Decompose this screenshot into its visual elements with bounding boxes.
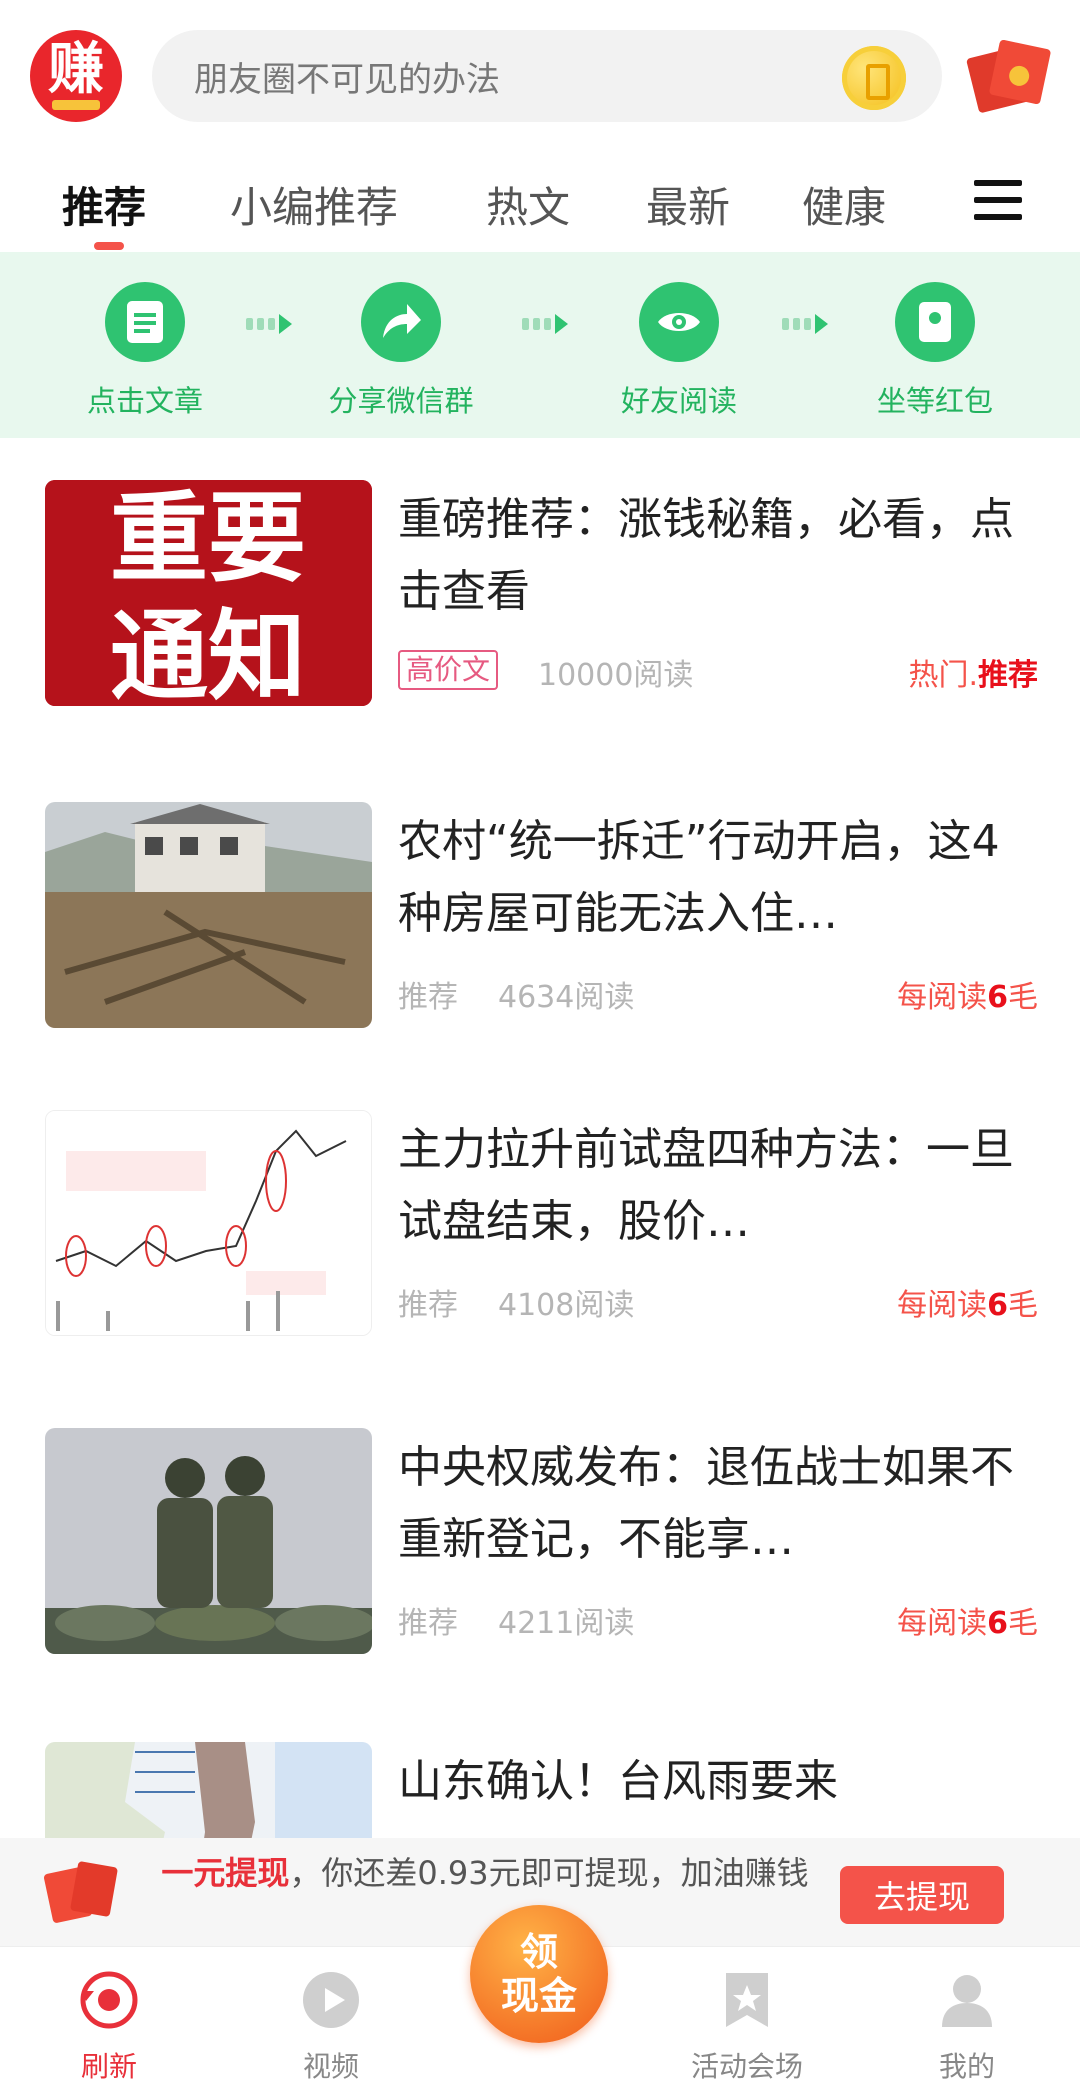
- article-thumbnail: [45, 1110, 372, 1336]
- refresh-icon: [78, 1969, 140, 2031]
- earn-steps-banner: 点击文章 分享微信群 好友阅读 坐等红包: [0, 252, 1080, 438]
- nav-label: 活动会场: [690, 2050, 803, 2083]
- nav-label: 视频: [302, 2050, 359, 2083]
- article-thumbnail: [45, 802, 372, 1028]
- category-tag: 推荐: [398, 980, 458, 1015]
- read-count: 4634阅读: [498, 980, 635, 1015]
- thumb-text-top: 重要: [110, 482, 306, 596]
- nav-mine[interactable]: 我的: [892, 1969, 1042, 2085]
- active-tab-indicator: [94, 242, 124, 250]
- claim-cash-line2: 现金: [500, 1974, 577, 2018]
- thumb-text-bottom: 通知: [110, 600, 306, 706]
- red-packet-icon: [895, 282, 975, 362]
- header: 赚 朋友圈不可见的办法: [0, 0, 1080, 150]
- article-title[interactable]: 重磅推荐：涨钱秘籍，必看，点击查看: [398, 484, 1038, 628]
- list-item[interactable]: 主力拉升前试盘四种方法：一旦试盘结束，股价… 推荐 4108阅读 每阅读6毛: [0, 1110, 1080, 1350]
- red-packet-icon: [43, 1860, 119, 1924]
- article-meta: 推荐 4211阅读 每阅读6毛: [398, 1598, 1038, 1641]
- claim-cash-button[interactable]: 领 现金: [470, 1905, 608, 2043]
- bookmark-star-icon: [716, 1969, 778, 2031]
- list-item[interactable]: 中央权威发布：退伍战士如果不重新登记，不能享… 推荐 4211阅读 每阅读6毛: [0, 1428, 1080, 1668]
- user-icon: [936, 1969, 998, 2031]
- document-icon: [105, 282, 185, 362]
- nav-activity[interactable]: 活动会场: [672, 1969, 822, 2085]
- list-item[interactable]: 山东确认！台风雨要来: [0, 1742, 1080, 1838]
- category-tag: 推荐: [398, 1606, 458, 1641]
- high-value-tag: 高价文: [398, 650, 499, 690]
- nav-label: 刷新: [80, 2050, 137, 2083]
- article-thumbnail: [45, 1428, 372, 1654]
- step-label: 坐等红包: [876, 384, 993, 418]
- menu-icon[interactable]: [974, 180, 1022, 224]
- arrow-icon: [780, 314, 830, 334]
- tab-latest[interactable]: 最新: [646, 174, 730, 235]
- bottom-navigation: 刷新 视频 领 现金 活动会场 我的: [0, 1905, 1080, 2092]
- reward-label: 每阅读6毛: [897, 1288, 1038, 1323]
- list-item[interactable]: 农村“统一拆迁”行动开启，这4种房屋可能无法入住… 推荐 4634阅读 每阅读6…: [0, 802, 1080, 1042]
- article-title[interactable]: 主力拉升前试盘四种方法：一旦试盘结束，股价…: [398, 1114, 1038, 1258]
- article-title[interactable]: 山东确认！台风雨要来: [398, 1746, 1038, 1818]
- read-count: 10000阅读: [538, 658, 694, 693]
- coin-icon[interactable]: [842, 46, 906, 110]
- logo-text: 赚: [48, 37, 104, 102]
- step-click-article: 点击文章: [50, 282, 240, 420]
- tab-editor-picks[interactable]: 小编推荐: [230, 174, 398, 235]
- article-meta: 推荐 4634阅读 每阅读6毛: [398, 972, 1038, 1015]
- step-label: 点击文章: [86, 384, 203, 418]
- red-envelope-icon[interactable]: [965, 39, 1052, 114]
- article-thumbnail: 重要 通知: [45, 480, 372, 706]
- category-tabs: 推荐 小编推荐 热文 最新 健康: [0, 160, 1080, 252]
- article-meta: 推荐 4108阅读 每阅读6毛: [398, 1280, 1038, 1323]
- step-share-wechat: 分享微信群: [306, 282, 496, 420]
- read-count: 4108阅读: [498, 1288, 635, 1323]
- withdraw-button[interactable]: 去提现: [840, 1866, 1004, 1924]
- article-title[interactable]: 中央权威发布：退伍战士如果不重新登记，不能享…: [398, 1432, 1038, 1576]
- claim-cash-line1: 领: [519, 1930, 558, 1974]
- share-icon: [361, 282, 441, 362]
- tab-hot[interactable]: 热文: [486, 174, 570, 235]
- nav-label: 我的: [938, 2050, 995, 2083]
- step-label: 好友阅读: [620, 384, 737, 418]
- step-wait-envelope: 坐等红包: [840, 282, 1030, 420]
- reward-label: 每阅读6毛: [897, 1606, 1038, 1641]
- tab-health[interactable]: 健康: [802, 174, 886, 235]
- arrow-icon: [244, 314, 294, 334]
- app-logo[interactable]: 赚: [30, 30, 122, 122]
- arrow-icon: [520, 314, 570, 334]
- eye-icon: [639, 282, 719, 362]
- search-placeholder: 朋友圈不可见的办法: [194, 59, 500, 100]
- read-count: 4211阅读: [498, 1606, 635, 1641]
- category-tag: 推荐: [398, 1288, 458, 1323]
- withdraw-message: 一元提现，你还差0.93元即可提现，加油赚钱: [161, 1854, 809, 1892]
- reward-label: 热门.推荐: [908, 658, 1038, 693]
- article-title[interactable]: 农村“统一拆迁”行动开启，这4种房屋可能无法入住…: [398, 806, 1038, 950]
- reward-label: 每阅读6毛: [897, 980, 1038, 1015]
- nav-refresh[interactable]: 刷新: [34, 1969, 184, 2085]
- article-meta: 高价文 10000阅读 热门.推荐: [398, 650, 1038, 693]
- article-thumbnail: [45, 1742, 372, 1838]
- search-input[interactable]: 朋友圈不可见的办法: [152, 30, 942, 122]
- play-icon: [300, 1969, 362, 2031]
- step-label: 分享微信群: [328, 384, 474, 418]
- list-item[interactable]: 重要 通知 重磅推荐：涨钱秘籍，必看，点击查看 高价文 10000阅读 热门.推…: [0, 480, 1080, 720]
- step-friend-read: 好友阅读: [584, 282, 774, 420]
- nav-video[interactable]: 视频: [256, 1969, 406, 2085]
- tab-recommend[interactable]: 推荐: [62, 174, 146, 235]
